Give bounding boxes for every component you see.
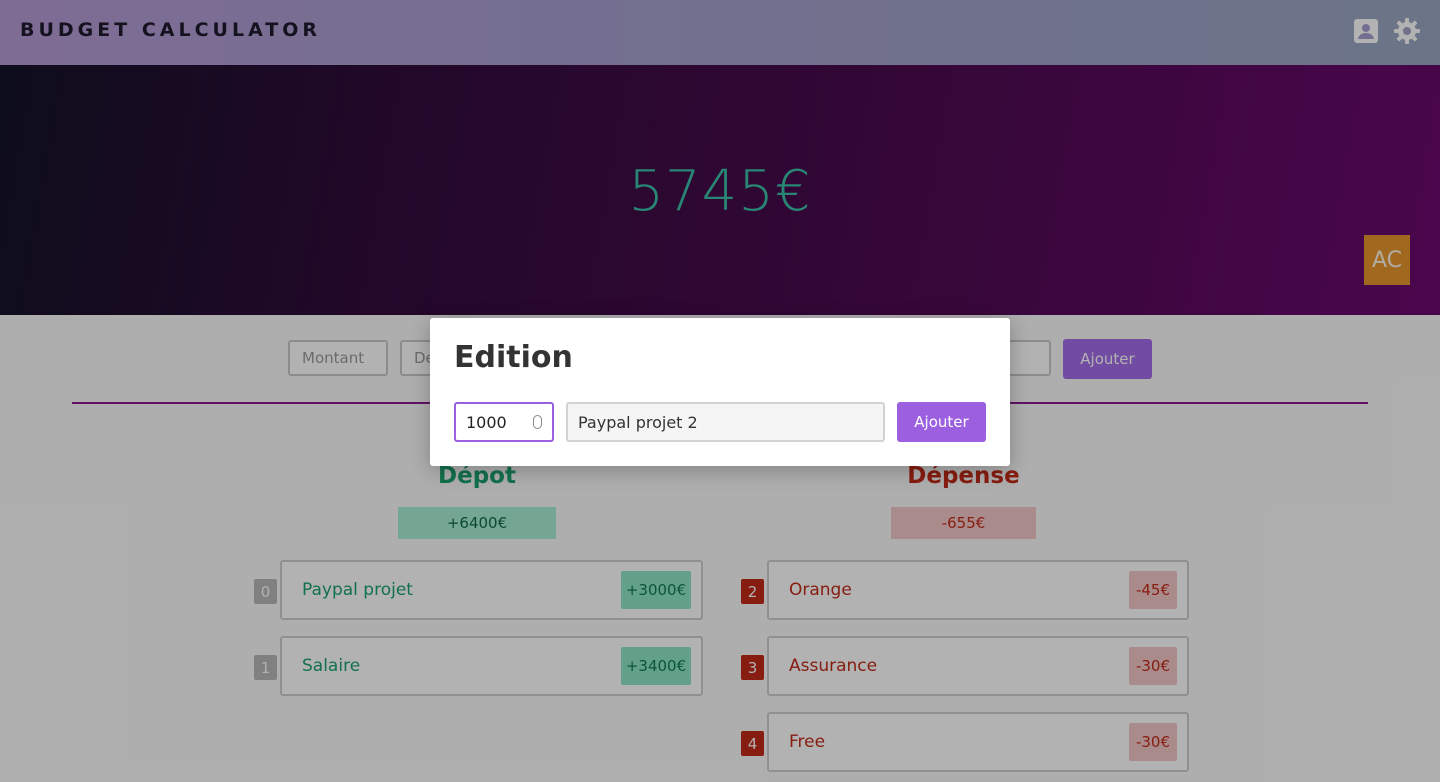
modal-add-button[interactable]: Ajouter: [897, 402, 986, 442]
number-spinner-icon[interactable]: [533, 415, 542, 429]
modal-description-input[interactable]: Paypal projet 2: [566, 402, 885, 442]
modal-title: Edition: [454, 340, 573, 375]
modal-description-value: Paypal projet 2: [578, 412, 698, 432]
modal-amount-value: 1000: [466, 412, 507, 432]
edit-modal: Edition 1000 Paypal projet 2 Ajouter: [430, 318, 1010, 466]
modal-amount-input[interactable]: 1000: [454, 402, 554, 442]
